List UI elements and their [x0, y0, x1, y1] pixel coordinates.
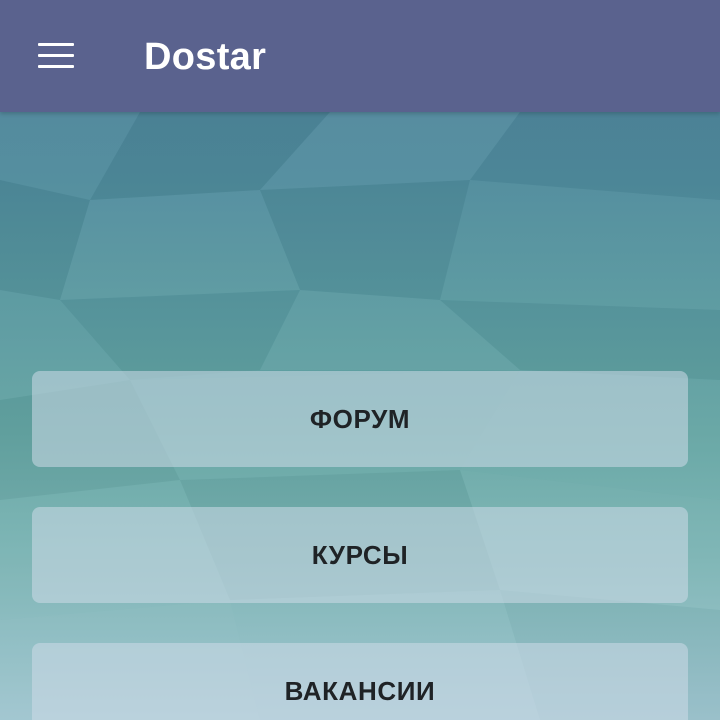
courses-button[interactable]: КУРСЫ — [32, 507, 688, 603]
app-screen: Dostar ФОРУМ КУРСЫ ВАКАНСИИ — [0, 0, 720, 720]
app-title: Dostar — [144, 36, 267, 78]
hamburger-menu-icon — [38, 43, 74, 69]
app-bar: Dostar — [0, 0, 720, 112]
menu-button[interactable] — [24, 24, 88, 88]
forum-button[interactable]: ФОРУМ — [32, 371, 688, 467]
vacancies-button[interactable]: ВАКАНСИИ — [32, 643, 688, 720]
main-content: ФОРУМ КУРСЫ ВАКАНСИИ — [0, 112, 720, 720]
